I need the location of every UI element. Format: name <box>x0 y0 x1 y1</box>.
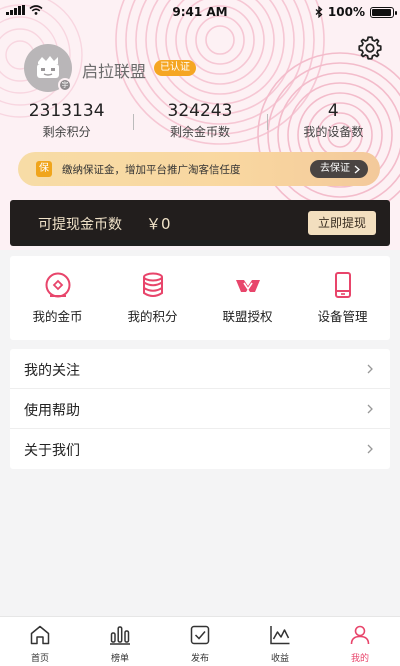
earnings-line-icon <box>270 626 290 645</box>
stat-label: 剩余积分 <box>42 125 91 139</box>
quick-action-label: 设备管理 <box>317 309 368 324</box>
tab-publish[interactable]: 发布 <box>160 617 240 666</box>
status-bar: 9:41 AM 100% <box>0 0 400 24</box>
deposit-text: 缴纳保证金，增加平台推广淘客信任度 <box>62 164 241 176</box>
tab-label: 收益 <box>270 654 289 664</box>
chevron-right-icon <box>367 404 373 414</box>
chevron-right-icon <box>354 165 360 173</box>
stat-coins[interactable]: 324243 剩余金币数 <box>133 100 266 144</box>
menu-item-label: 关于我们 <box>24 443 80 459</box>
stats-row: 2313134 剩余积分 324243 剩余金币数 4 我的设备数 <box>0 100 400 144</box>
menu-item-about[interactable]: 关于我们 <box>10 429 390 469</box>
bar-chart-icon <box>110 626 130 645</box>
gear-icon <box>358 36 382 60</box>
quick-action-label: 我的金币 <box>32 309 83 324</box>
stat-value: 2313134 <box>28 101 105 121</box>
battery-icon <box>370 6 397 18</box>
stat-label: 我的设备数 <box>303 125 364 139</box>
quick-actions: 我的金币 我的积分 联盟授权 设备管理 <box>10 256 390 340</box>
tab-label: 发布 <box>190 654 209 664</box>
withdraw-bar: 可提现金币数 ￥0 立即提现 <box>10 200 390 246</box>
quick-action-points[interactable]: 我的积分 <box>105 256 200 340</box>
stat-points[interactable]: 2313134 剩余积分 <box>0 100 133 144</box>
chevron-right-icon <box>367 364 373 374</box>
quick-action-coins[interactable]: 我的金币 <box>10 256 105 340</box>
username: 启拉联盟 <box>82 62 147 81</box>
settings-button[interactable] <box>356 34 384 62</box>
stat-devices[interactable]: 4 我的设备数 <box>266 100 400 144</box>
alliance-auth-icon <box>235 280 260 292</box>
quick-action-label: 我的积分 <box>127 309 178 324</box>
chevron-right-icon <box>367 444 373 454</box>
withdraw-label: 可提现金币数 <box>38 217 122 233</box>
publish-check-icon <box>190 625 210 645</box>
tab-rankings[interactable]: 榜单 <box>80 617 160 666</box>
deposit-banner[interactable]: 保 缴纳保证金，增加平台推广淘客信任度 去保证 <box>18 152 380 186</box>
points-stack-icon <box>142 272 163 297</box>
menu-item-help[interactable]: 使用帮助 <box>10 389 390 429</box>
bluetooth-icon <box>315 6 323 18</box>
menu-item-label: 我的关注 <box>24 363 80 379</box>
stat-value: 324243 <box>167 101 233 121</box>
home-icon <box>30 625 50 645</box>
menu-item-follows[interactable]: 我的关注 <box>10 349 390 389</box>
phone-device-icon <box>334 272 351 298</box>
deposit-button-label: 去保证 <box>320 163 350 174</box>
verified-badge: 已认证 <box>154 60 196 76</box>
quick-action-devices[interactable]: 设备管理 <box>295 256 390 340</box>
tab-label: 我的 <box>350 654 369 664</box>
withdraw-button[interactable]: 立即提现 <box>308 211 376 235</box>
withdraw-amount: ￥0 <box>146 215 171 233</box>
stat-label: 剩余金币数 <box>169 125 230 139</box>
deposit-button[interactable]: 去保证 <box>310 160 368 178</box>
menu-item-label: 使用帮助 <box>24 403 80 419</box>
tab-label: 榜单 <box>110 654 129 664</box>
tab-bar: 首页 榜单 发布 收益 我的 <box>0 616 400 666</box>
menu-list: 我的关注 使用帮助 关于我们 <box>10 349 390 469</box>
quick-action-alliance-auth[interactable]: 联盟授权 <box>200 256 295 340</box>
tab-home[interactable]: 首页 <box>0 617 80 666</box>
quick-action-label: 联盟授权 <box>222 309 273 324</box>
tab-label: 首页 <box>30 654 49 664</box>
status-right: 100% <box>315 5 397 19</box>
stat-value: 4 <box>327 101 339 121</box>
profile-page: 9:41 AM 100% 宇 启拉联盟 已认证 2313134 剩余积分 324… <box>0 0 400 666</box>
user-icon <box>350 625 370 645</box>
tab-earnings[interactable]: 收益 <box>240 617 320 666</box>
coin-icon <box>45 272 70 298</box>
battery-percent: 100% <box>327 5 365 19</box>
tab-mine[interactable]: 我的 <box>320 617 400 666</box>
deposit-shield-icon: 保 <box>36 161 52 177</box>
avatar-badge: 宇 <box>58 78 72 92</box>
